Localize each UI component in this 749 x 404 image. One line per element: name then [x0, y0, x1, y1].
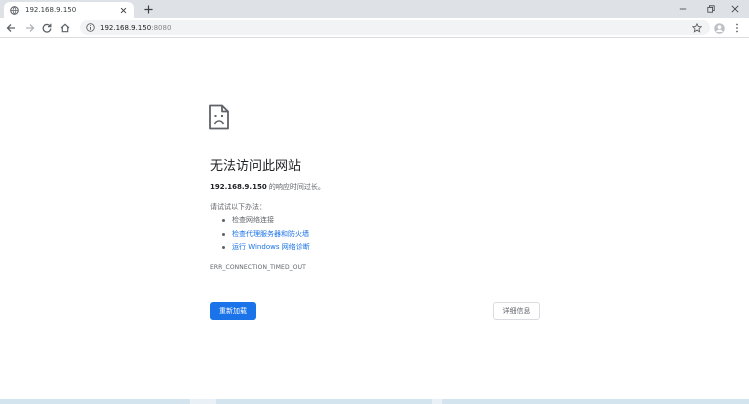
- sad-document-icon: [208, 104, 230, 130]
- error-description: 192.168.9.150 的响应时间过长。: [210, 182, 325, 192]
- url-host: 192.168.9.150: [100, 23, 152, 32]
- tab-strip: 192.168.9.150: [0, 0, 749, 18]
- reload-button[interactable]: 重新加载: [210, 302, 256, 320]
- error-host-suffix: 的响应时间过长。: [266, 183, 325, 191]
- browser-tab[interactable]: 192.168.9.150: [4, 2, 134, 18]
- star-icon[interactable]: [691, 22, 702, 33]
- suggestions-label: 请试试以下办法：: [210, 203, 266, 211]
- suggestion-network-diagnostics-link[interactable]: 运行 Windows 网络诊断: [222, 241, 310, 255]
- forward-arrow-icon[interactable]: [24, 22, 36, 34]
- back-arrow-icon[interactable]: [5, 22, 17, 34]
- browser-toolbar: 192.168.9.150:8080: [0, 18, 749, 38]
- profile-icon[interactable]: [713, 22, 725, 34]
- new-tab-button[interactable]: [142, 3, 154, 15]
- suggestion-check-proxy-link[interactable]: 检查代理服务器和防火墙: [222, 228, 310, 242]
- minimize-icon[interactable]: [669, 0, 697, 18]
- globe-icon: [10, 5, 19, 15]
- reload-icon[interactable]: [41, 22, 53, 34]
- taskbar-item[interactable]: [190, 399, 216, 404]
- address-url: 192.168.9.150:8080: [100, 24, 171, 32]
- error-title: 无法访问此网站: [210, 159, 302, 174]
- address-bar[interactable]: 192.168.9.150:8080: [80, 20, 710, 35]
- suggestions-list: 检查网络连接 检查代理服务器和防火墙 运行 Windows 网络诊断: [222, 214, 310, 255]
- error-code: ERR_CONNECTION_TIMED_OUT: [210, 264, 306, 271]
- details-button[interactable]: 详细信息: [493, 302, 540, 320]
- home-icon[interactable]: [59, 22, 71, 34]
- tab-title: 192.168.9.150: [25, 6, 77, 14]
- close-icon[interactable]: [721, 0, 749, 18]
- info-icon[interactable]: [86, 23, 95, 32]
- tab-close-icon[interactable]: [118, 5, 128, 15]
- taskbar-item[interactable]: [432, 399, 442, 404]
- url-port: :8080: [151, 23, 172, 32]
- error-page: 无法访问此网站 192.168.9.150 的响应时间过长。 请试试以下办法： …: [0, 39, 749, 399]
- suggestion-check-network: 检查网络连接: [222, 214, 310, 228]
- taskbar: [0, 399, 749, 404]
- error-host: 192.168.9.150: [210, 183, 267, 191]
- more-menu-icon[interactable]: [731, 22, 743, 34]
